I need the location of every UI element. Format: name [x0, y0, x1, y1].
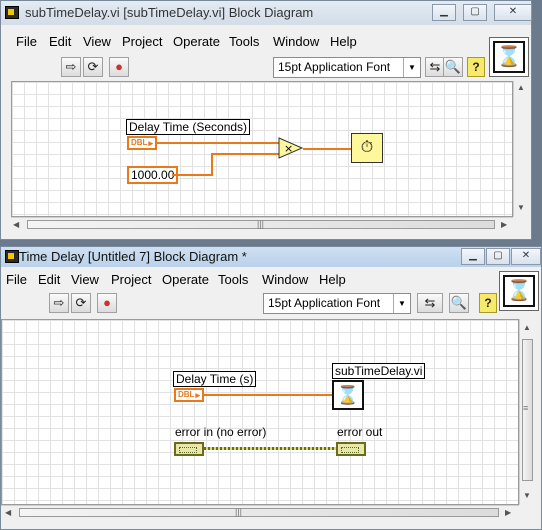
vertical-scrollbar[interactable]: ▲ ≡ ▼ [519, 319, 535, 505]
menu-help[interactable]: Help [319, 272, 346, 287]
menu-project[interactable]: Project [111, 272, 151, 287]
hourglass-icon[interactable]: ⌛ [503, 275, 535, 307]
multiply-symbol: × [284, 142, 293, 155]
menu-tools[interactable]: Tools [229, 34, 259, 49]
horizontal-scrollbar[interactable]: ◀ ||| ▶ [1, 505, 519, 519]
close-button[interactable]: ✕ [494, 4, 532, 21]
run-continuous-icon[interactable]: ⟳ [71, 293, 91, 313]
run-arrow-icon[interactable]: ⇨ [49, 293, 69, 313]
delay-time-label: Delay Time (Seconds) [126, 119, 251, 135]
block-diagram[interactable]: Delay Time (Seconds) DBL 1000.00 × ⏱ [11, 81, 513, 217]
window-title: subTimeDelay.vi [subTimeDelay.vi] Block … [25, 5, 314, 20]
menu-tools[interactable]: Tools [218, 272, 248, 287]
menu-window[interactable]: Window [273, 34, 319, 49]
wire-error [204, 447, 336, 450]
wire-const-h1 [172, 174, 212, 176]
wire-const-v [211, 153, 213, 176]
menu-operate[interactable]: Operate [173, 34, 220, 49]
window-time-delay: Time Delay [Untitled 7] Block Diagram * … [0, 246, 542, 530]
subtimedelay-subvi[interactable]: ⌛ [332, 380, 364, 410]
menu-view[interactable]: View [71, 272, 99, 287]
error-in-label: error in (no error) [175, 425, 267, 439]
block-diagram[interactable]: Delay Time (s) DBL subTimeDelay.vi ⌛ err… [1, 319, 519, 505]
font-select[interactable]: 15pt Application Font ▼ [263, 293, 411, 314]
ms-constant[interactable]: 1000.00 [127, 166, 179, 184]
scroll-right-icon[interactable]: ▶ [505, 508, 511, 517]
toolbar: ⇨ ⟳ ● 15pt Application Font ▼ ⇆ 🔍 ? [1, 55, 531, 81]
chevron-down-icon: ▼ [393, 294, 410, 313]
vi-icon-frame: ⌛ [489, 37, 529, 77]
run-continuous-icon[interactable]: ⟳ [83, 57, 103, 77]
wire-const-h2 [211, 153, 279, 155]
menu-file[interactable]: File [16, 34, 37, 49]
chevron-down-icon: ▼ [403, 58, 420, 77]
title-bar[interactable]: Time Delay [Untitled 7] Block Diagram * … [1, 247, 541, 267]
font-select-value: 15pt Application Font [268, 296, 381, 310]
grip-icon: ||| [235, 507, 243, 517]
labview-icon [5, 6, 19, 19]
toolbar: ⇨ ⟳ ● 15pt Application Font ▼ ⇆ 🔍 ? [1, 291, 541, 317]
menu-file[interactable]: File [6, 272, 27, 287]
menu-help[interactable]: Help [330, 34, 357, 49]
wire-delay [157, 142, 279, 144]
scroll-thumb[interactable] [19, 508, 499, 517]
search-icon[interactable]: 🔍 [449, 293, 469, 313]
help-icon[interactable]: ? [479, 293, 497, 313]
vi-icon-frame: ⌛ [499, 271, 539, 311]
menu-edit[interactable]: Edit [49, 34, 71, 49]
run-arrow-icon[interactable]: ⇨ [61, 57, 81, 77]
hourglass-icon[interactable]: ⌛ [493, 41, 525, 73]
menu-operate[interactable]: Operate [162, 272, 209, 287]
title-bar[interactable]: subTimeDelay.vi [subTimeDelay.vi] Block … [1, 1, 532, 25]
delay-time-label: Delay Time (s) [173, 371, 257, 387]
minimize-button[interactable]: ▁ [432, 4, 456, 21]
abort-icon[interactable]: ● [97, 293, 117, 313]
help-icon[interactable]: ? [467, 57, 485, 77]
labview-icon [5, 250, 19, 263]
vertical-scrollbar[interactable]: ▲ ▼ [513, 81, 529, 217]
scroll-down-icon[interactable]: ▼ [523, 491, 531, 500]
wait-ms-icon[interactable]: ⏱ [351, 133, 383, 163]
error-out-label: error out [337, 425, 383, 439]
error-out-indicator[interactable] [336, 442, 366, 456]
scroll-left-icon[interactable]: ◀ [5, 508, 11, 517]
wire-product [303, 148, 351, 150]
align-icon[interactable]: ⇆ [425, 57, 445, 77]
menu-bar: File Edit View Project Operate Tools Win… [1, 31, 531, 53]
abort-icon[interactable]: ● [109, 57, 129, 77]
maximize-button[interactable]: ▢ [463, 4, 487, 21]
search-icon[interactable]: 🔍 [443, 57, 463, 77]
minimize-button[interactable]: ▁ [461, 248, 485, 265]
window-title: Time Delay [Untitled 7] Block Diagram * [19, 249, 247, 264]
grip-icon: ≡ [523, 403, 529, 413]
align-icon[interactable]: ⇆ [417, 293, 443, 313]
multiply-icon[interactable]: × [278, 137, 304, 159]
menu-window[interactable]: Window [262, 272, 308, 287]
menu-project[interactable]: Project [122, 34, 162, 49]
scroll-up-icon[interactable]: ▲ [517, 83, 525, 92]
wire-delay [204, 394, 332, 396]
delay-time-control[interactable]: DBL [127, 136, 157, 150]
grip-icon: ||| [257, 219, 265, 229]
menu-view[interactable]: View [83, 34, 111, 49]
font-select[interactable]: 15pt Application Font ▼ [273, 57, 421, 78]
scroll-up-icon[interactable]: ▲ [523, 323, 531, 332]
window-subtimedelay: subTimeDelay.vi [subTimeDelay.vi] Block … [0, 0, 532, 240]
delay-time-control[interactable]: DBL [174, 388, 204, 402]
scroll-right-icon[interactable]: ▶ [501, 220, 507, 229]
menu-edit[interactable]: Edit [38, 272, 60, 287]
error-in-control[interactable] [174, 442, 204, 456]
close-button[interactable]: ✕ [511, 248, 541, 265]
horizontal-scrollbar[interactable]: ◀ ||| ▶ [11, 217, 513, 231]
scroll-left-icon[interactable]: ◀ [13, 220, 19, 229]
menu-bar: File Edit View Project Operate Tools Win… [1, 269, 541, 291]
scroll-down-icon[interactable]: ▼ [517, 203, 525, 212]
font-select-value: 15pt Application Font [278, 60, 391, 74]
maximize-button[interactable]: ▢ [486, 248, 510, 265]
subvi-label: subTimeDelay.vi [332, 363, 426, 379]
